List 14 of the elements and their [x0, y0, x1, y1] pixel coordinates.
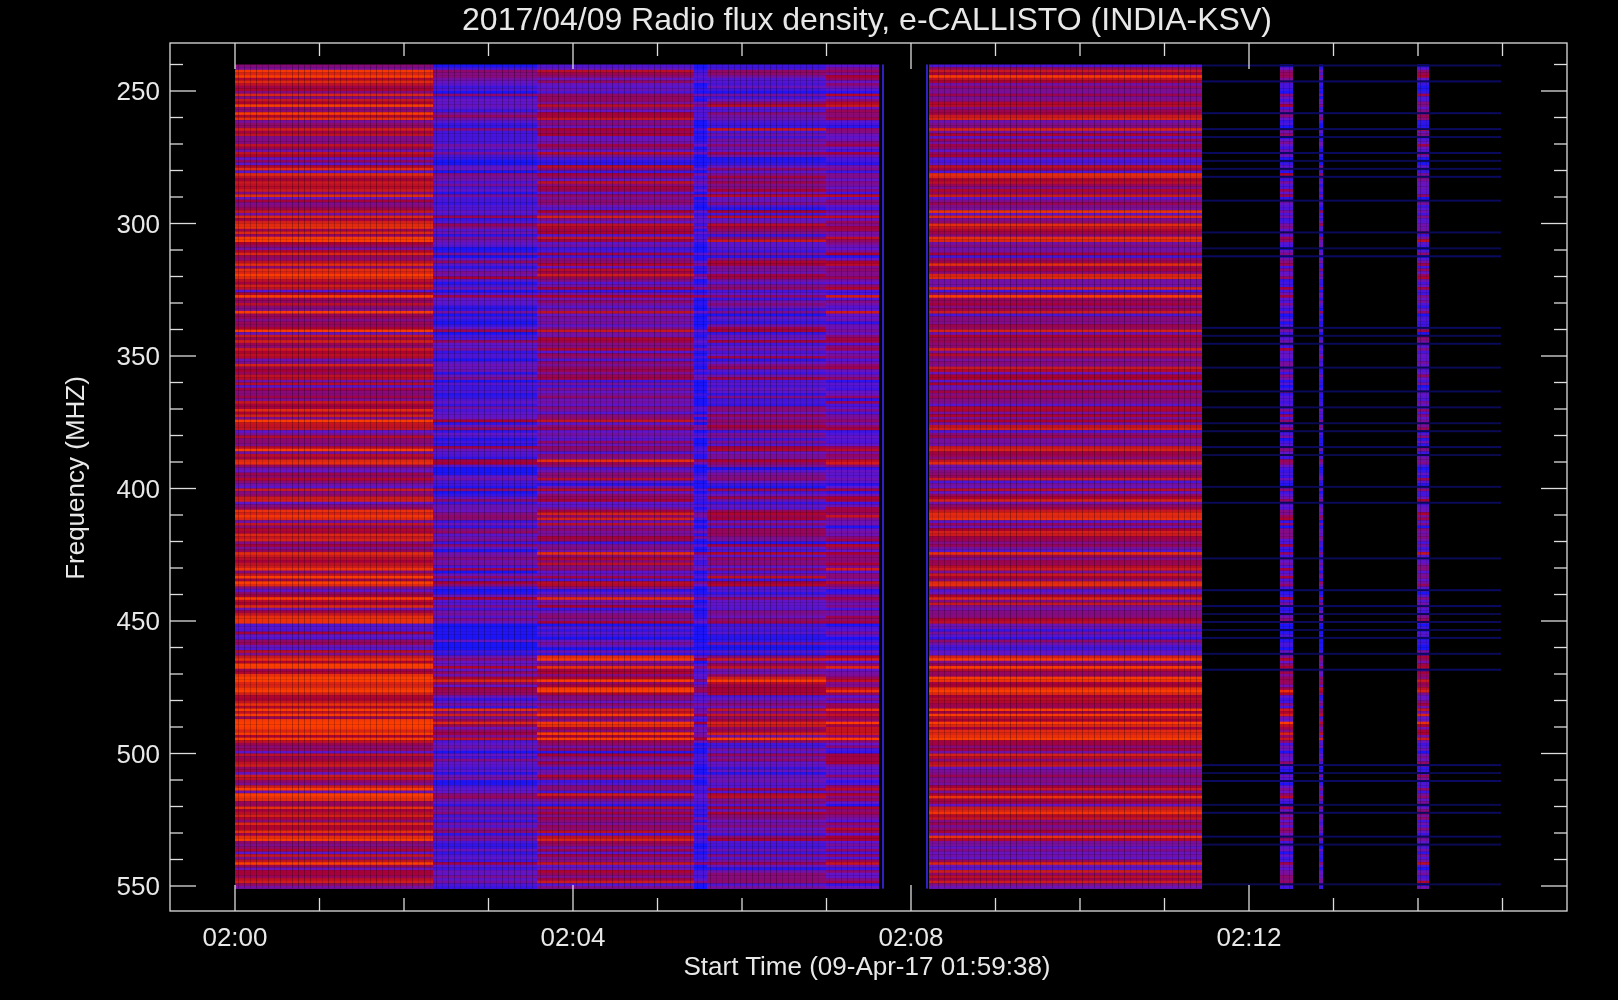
- x-tick-label: 02:00: [202, 922, 268, 952]
- x-tick-label: 02:04: [540, 922, 606, 952]
- y-axis-title: Frequency (MHZ): [60, 376, 90, 580]
- x-axis-title: Start Time (09-Apr-17 01:59:38): [683, 951, 1051, 981]
- y-tick-label: 400: [116, 473, 160, 504]
- x-tick-label: 02:12: [1216, 922, 1282, 952]
- x-tick-label: 02:08: [878, 922, 944, 952]
- y-tick-label: 500: [116, 738, 160, 769]
- y-tick-label: 450: [116, 606, 160, 636]
- y-tick-label: 550: [116, 871, 160, 901]
- y-tick-label: 350: [116, 341, 160, 371]
- y-tick-label: 250: [116, 76, 160, 106]
- y-tick-label: 300: [116, 208, 160, 239]
- chart-title: 2017/04/09 Radio flux density, e-CALLISTO (INDIA-KSV): [462, 1, 1272, 37]
